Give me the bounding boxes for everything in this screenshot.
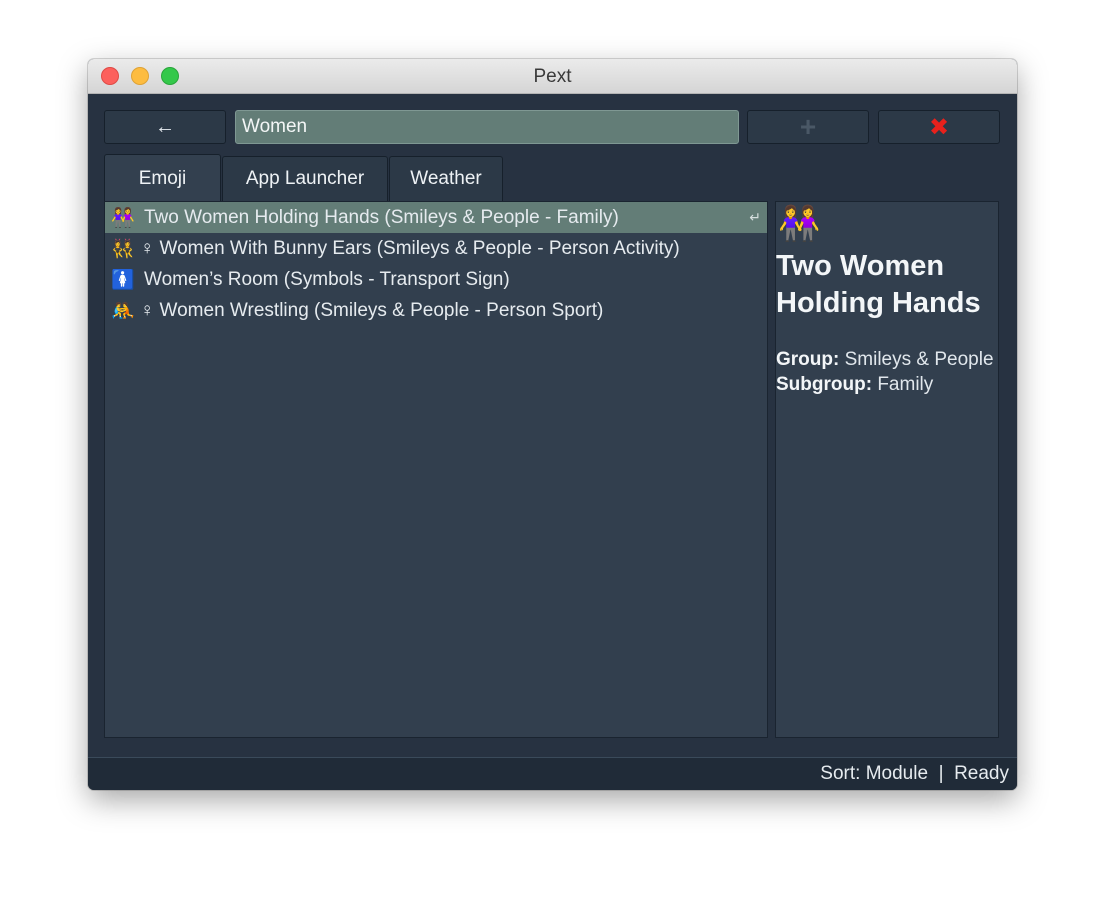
status-text: Sort: Module | Ready xyxy=(820,763,1009,784)
back-button[interactable]: ← xyxy=(104,110,226,144)
bunny-ears-emoji-icon: 👯‍♀ xyxy=(111,238,135,260)
tab-emoji[interactable]: Emoji xyxy=(104,154,221,202)
list-item[interactable]: 👯‍♀ ♀ Women With Bunny Ears (Smileys & P… xyxy=(105,233,767,264)
group-value: Smileys & People xyxy=(844,349,994,370)
list-item-label: Women’s Room (Symbols - Transport Sign) xyxy=(144,268,510,290)
window-title: Pext xyxy=(533,66,572,87)
tab-label: Emoji xyxy=(138,167,187,189)
enter-key-icon: ↵ xyxy=(749,209,761,225)
list-item[interactable]: 👭 Two Women Holding Hands (Smileys & Peo… xyxy=(105,202,767,233)
close-button[interactable]: ✖ xyxy=(878,110,1000,144)
app-window: Pext ← + ✖ Emoji App Launcher Weather 👭 … xyxy=(88,59,1017,790)
status-bar: Sort: Module | Ready xyxy=(88,757,1017,790)
tab-label: App Launcher xyxy=(245,168,365,189)
tab-app-launcher[interactable]: App Launcher xyxy=(222,156,388,201)
list-item-label: ♀ Women Wrestling (Smileys & People - Pe… xyxy=(140,299,604,321)
list-item-label: ♀ Women With Bunny Ears (Smileys & Peopl… xyxy=(140,237,680,259)
search-input[interactable] xyxy=(235,110,739,144)
wrestling-emoji-icon: 🤼 xyxy=(111,300,135,322)
group-label: Group: xyxy=(776,349,840,370)
tab-weather[interactable]: Weather xyxy=(389,156,503,201)
detail-meta: Group: Smileys & People Subgroup: Family xyxy=(776,347,998,397)
list-item[interactable]: 🚺 Women’s Room (Symbols - Transport Sign… xyxy=(105,264,767,295)
detail-title: Two Women Holding Hands xyxy=(776,250,981,319)
title-bar: Pext xyxy=(88,59,1017,94)
back-arrow-icon: ← xyxy=(155,115,175,138)
list-item-label: Two Women Holding Hands (Smileys & Peopl… xyxy=(144,206,619,228)
womens-room-emoji-icon: 🚺 xyxy=(111,269,135,291)
add-button[interactable]: + xyxy=(747,110,869,144)
results-list[interactable]: 👭 Two Women Holding Hands (Smileys & Peo… xyxy=(104,201,768,738)
two-women-emoji-icon: 👭 xyxy=(111,207,135,229)
subgroup-label: Subgroup: xyxy=(776,374,873,395)
close-icon: ✖ xyxy=(928,113,950,141)
tab-label: Weather xyxy=(410,168,482,189)
list-item[interactable]: 🤼 ♀ Women Wrestling (Smileys & People - … xyxy=(105,295,767,326)
subgroup-value: Family xyxy=(877,374,934,395)
plus-icon: + xyxy=(799,111,817,142)
detail-panel: 👭 Two Women Holding Hands Group: Smileys… xyxy=(775,201,999,738)
two-women-emoji-icon: 👭 xyxy=(778,205,821,243)
